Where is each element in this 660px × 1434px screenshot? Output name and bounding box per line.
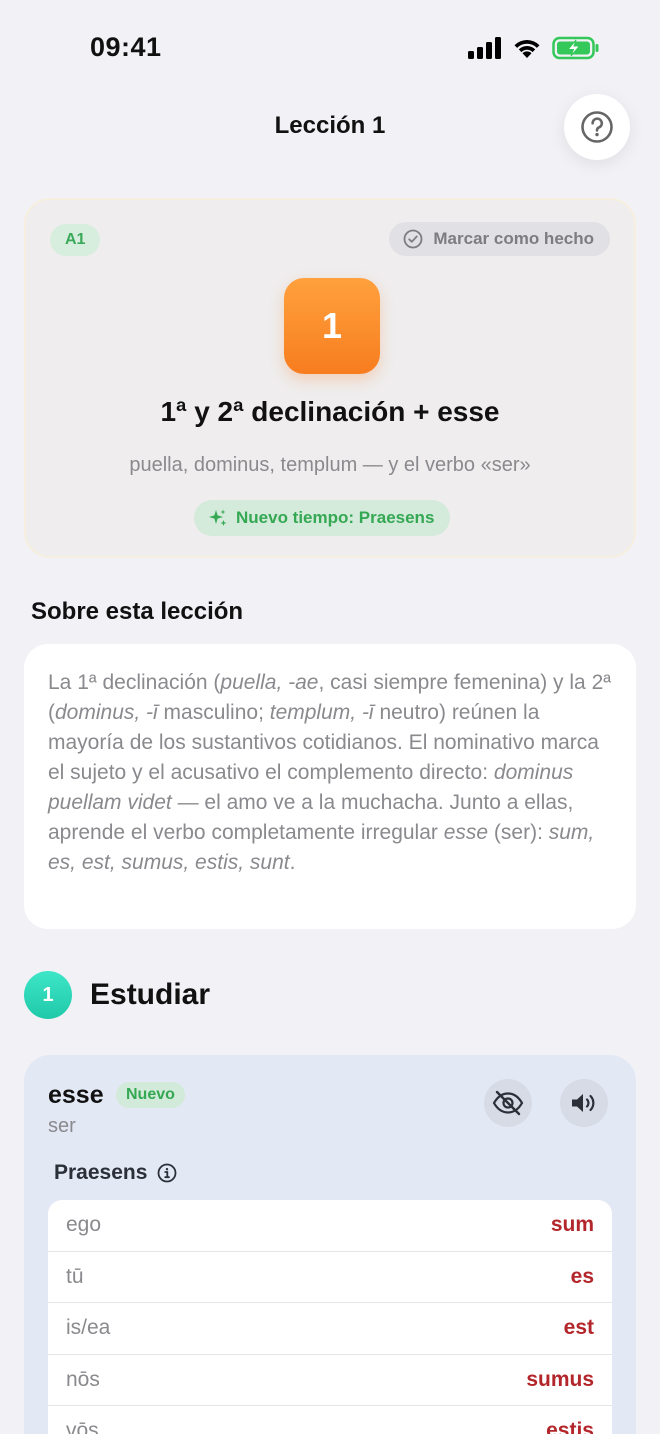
conjugation-table: ego sum tū es is/ea est nōs sumus vōs es… bbox=[48, 1200, 612, 1434]
mark-done-label: Marcar como hecho bbox=[433, 229, 594, 248]
form-cell: sum bbox=[550, 1213, 594, 1237]
table-row: is/ea est bbox=[48, 1303, 612, 1355]
form-cell: est bbox=[563, 1316, 594, 1340]
hide-button[interactable] bbox=[484, 1079, 532, 1127]
cellular-signal-icon bbox=[468, 37, 501, 59]
table-row: tū es bbox=[48, 1252, 612, 1303]
tense-name: Praesens bbox=[54, 1161, 148, 1184]
new-badge: Nuevo bbox=[116, 1082, 185, 1108]
lesson-subtitle: puella, dominus, templum — y el verbo «s… bbox=[129, 454, 531, 476]
info-icon[interactable] bbox=[157, 1163, 177, 1183]
speaker-icon bbox=[572, 1094, 595, 1112]
form-cell: sumus bbox=[526, 1367, 594, 1391]
table-row: ego sum bbox=[48, 1200, 612, 1252]
page-title: Lección 1 bbox=[274, 112, 386, 139]
pronoun-cell: vōs bbox=[66, 1419, 99, 1434]
tense-label: Praesens bbox=[54, 1161, 177, 1185]
play-audio-button[interactable] bbox=[560, 1079, 608, 1127]
status-bar: 09:41 bbox=[0, 0, 660, 96]
pronoun-cell: ego bbox=[66, 1213, 102, 1237]
battery-charging-icon bbox=[552, 36, 599, 60]
sparkles-icon bbox=[209, 509, 227, 526]
lesson-hero-card: A1 Marcar como hecho 1 1ª y 2ª declinaci… bbox=[24, 198, 636, 558]
about-heading: Sobre esta lección bbox=[31, 598, 244, 625]
lesson-number-tile: 1 bbox=[284, 278, 380, 374]
status-time: 09:41 bbox=[90, 32, 162, 62]
lesson-title: 1ª y 2ª declinación + esse bbox=[160, 396, 500, 427]
question-circle-icon bbox=[581, 111, 613, 143]
level-badge: A1 bbox=[50, 224, 101, 256]
status-icons bbox=[468, 36, 600, 60]
mark-done-button[interactable]: Marcar como hecho bbox=[389, 222, 610, 256]
pronoun-cell: is/ea bbox=[66, 1316, 111, 1340]
about-card: La 1ª declinación (puella, -ae, casi sie… bbox=[24, 644, 636, 929]
new-tense-badge: Nuevo tiempo: Praesens bbox=[194, 500, 451, 536]
verb-meaning: ser bbox=[48, 1115, 76, 1137]
check-circle-icon bbox=[403, 229, 423, 249]
verb-word: esse bbox=[48, 1081, 104, 1109]
form-cell: estis bbox=[546, 1419, 594, 1434]
table-row: nōs sumus bbox=[48, 1355, 612, 1406]
new-tense-label: Nuevo tiempo: Praesens bbox=[236, 508, 435, 527]
help-button[interactable] bbox=[564, 94, 630, 160]
wifi-icon bbox=[514, 39, 540, 58]
pronoun-cell: nōs bbox=[66, 1367, 100, 1391]
about-text: La 1ª declinación (puella, -ae, casi sie… bbox=[48, 671, 612, 874]
section-title-study: Estudiar bbox=[90, 978, 211, 1011]
eye-slash-icon bbox=[492, 1090, 524, 1116]
verb-card: esse Nuevo ser Praesens ego sum tū es is… bbox=[24, 1055, 636, 1434]
pronoun-cell: tū bbox=[66, 1264, 84, 1288]
table-row: vōs estis bbox=[48, 1406, 612, 1434]
step-number-badge: 1 bbox=[24, 971, 72, 1019]
form-cell: es bbox=[570, 1264, 594, 1288]
